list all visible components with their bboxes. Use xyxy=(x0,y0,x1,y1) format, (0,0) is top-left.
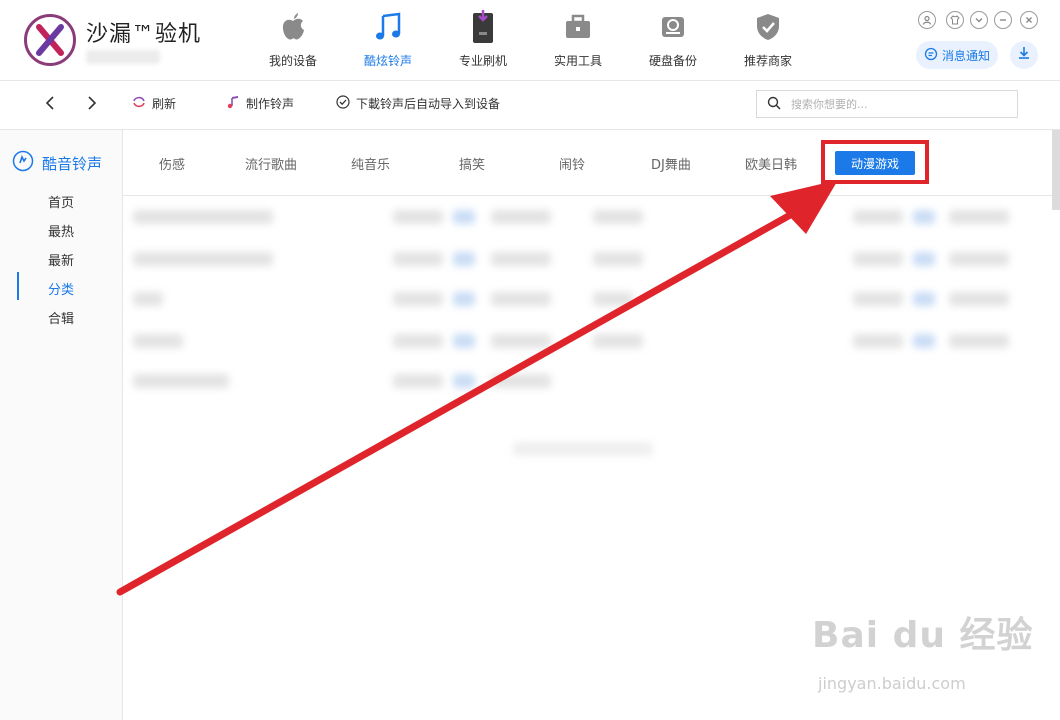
chevron-left-icon xyxy=(44,95,56,114)
baidu-watermark: Bai du 经验 xyxy=(812,615,1034,656)
nav-ringtones[interactable]: 酷炫铃声 xyxy=(343,10,433,72)
toolbar: 刷新 制作铃声 下載铃声后自动导入到设备 xyxy=(0,81,1060,130)
ringtone-circle-icon xyxy=(12,150,34,176)
auto-import-toggle[interactable]: 下載铃声后自动导入到设备 xyxy=(336,95,500,112)
refresh-icon xyxy=(132,95,146,112)
app-subtitle-blurred xyxy=(86,50,160,64)
category-tab[interactable]: 闹铃 xyxy=(559,154,585,173)
user-icon[interactable] xyxy=(918,11,936,29)
close-icon[interactable] xyxy=(1020,11,1038,29)
refresh-label: 刷新 xyxy=(152,97,177,111)
download-icon xyxy=(1016,45,1032,65)
sidebar-item-home[interactable]: 首页 xyxy=(48,192,74,211)
category-tab-active[interactable]: 动漫游戏 xyxy=(835,151,915,175)
back-button[interactable] xyxy=(44,95,56,114)
search-input[interactable] xyxy=(789,96,993,112)
nav-my-device[interactable]: 我的设备 xyxy=(248,10,338,72)
nav-flash[interactable]: 专业刷机 xyxy=(438,10,528,72)
phone-flash-icon xyxy=(438,10,528,44)
refresh-button[interactable]: 刷新 xyxy=(132,95,176,112)
nav-label: 硬盘备份 xyxy=(648,54,697,68)
sidebar-item-category[interactable]: 分类 xyxy=(48,279,74,298)
nav-label: 酷炫铃声 xyxy=(363,54,412,68)
skin-shirt-icon[interactable] xyxy=(946,11,964,29)
disk-backup-icon xyxy=(628,10,718,44)
category-tab[interactable]: 纯音乐 xyxy=(351,154,390,173)
sidebar: 酷音铃声 首页 最热 最新 分类 合辑 xyxy=(0,130,123,720)
baidu-watermark-url: jingyan.baidu.com xyxy=(818,674,966,693)
download-manager-button[interactable] xyxy=(1010,41,1038,69)
apple-icon xyxy=(248,10,338,44)
shield-check-icon xyxy=(723,10,813,44)
active-indicator xyxy=(17,272,19,300)
category-tab[interactable]: 欧美日韩 xyxy=(745,154,797,173)
sidebar-heading-label: 酷音铃声 xyxy=(42,154,103,173)
minimize-icon[interactable] xyxy=(994,11,1012,29)
toolbox-icon xyxy=(533,10,623,44)
music-note-small-icon xyxy=(226,95,240,112)
menu-chevron-down-icon[interactable] xyxy=(970,11,988,29)
category-tab[interactable]: 搞笑 xyxy=(459,154,485,173)
nav-label: 实用工具 xyxy=(553,54,602,68)
nav-label: 我的设备 xyxy=(268,54,317,68)
message-icon xyxy=(924,47,938,64)
make-ringtone-button[interactable]: 制作铃声 xyxy=(226,95,294,112)
category-tab[interactable]: 流行歌曲 xyxy=(245,154,297,173)
auto-import-label: 下載铃声后自动导入到设备 xyxy=(356,97,501,111)
scrollbar[interactable] xyxy=(1052,130,1060,210)
nav-backup[interactable]: 硬盘备份 xyxy=(628,10,718,72)
divider xyxy=(123,195,1060,196)
sidebar-item-collection[interactable]: 合辑 xyxy=(48,308,74,327)
title-bar: 沙漏™验机 我的设备 酷炫铃声 专业刷机 实用工具 硬盘备份 推荐商家 消息通知 xyxy=(0,0,1060,81)
nav-label: 推荐商家 xyxy=(743,54,792,68)
search-icon xyxy=(767,95,781,114)
notification-button[interactable]: 消息通知 xyxy=(916,41,998,69)
category-tab[interactable]: DJ舞曲 xyxy=(651,154,691,173)
chevron-right-icon xyxy=(86,95,98,114)
make-ringtone-label: 制作铃声 xyxy=(246,97,295,111)
nav-label: 专业刷机 xyxy=(458,54,507,68)
category-tab[interactable]: 伤感 xyxy=(159,154,185,173)
check-circle-icon xyxy=(336,95,350,112)
nav-tools[interactable]: 实用工具 xyxy=(533,10,623,72)
app-title: 沙漏™验机 xyxy=(86,22,202,47)
nav-merchants[interactable]: 推荐商家 xyxy=(723,10,813,72)
search-box[interactable] xyxy=(756,90,1018,118)
sidebar-item-hottest[interactable]: 最热 xyxy=(48,221,74,240)
app-logo xyxy=(24,14,76,66)
notification-label: 消息通知 xyxy=(941,48,990,63)
music-note-icon xyxy=(343,10,433,44)
sidebar-heading[interactable]: 酷音铃声 xyxy=(12,150,102,176)
sidebar-item-newest[interactable]: 最新 xyxy=(48,250,74,269)
forward-button[interactable] xyxy=(86,95,98,114)
